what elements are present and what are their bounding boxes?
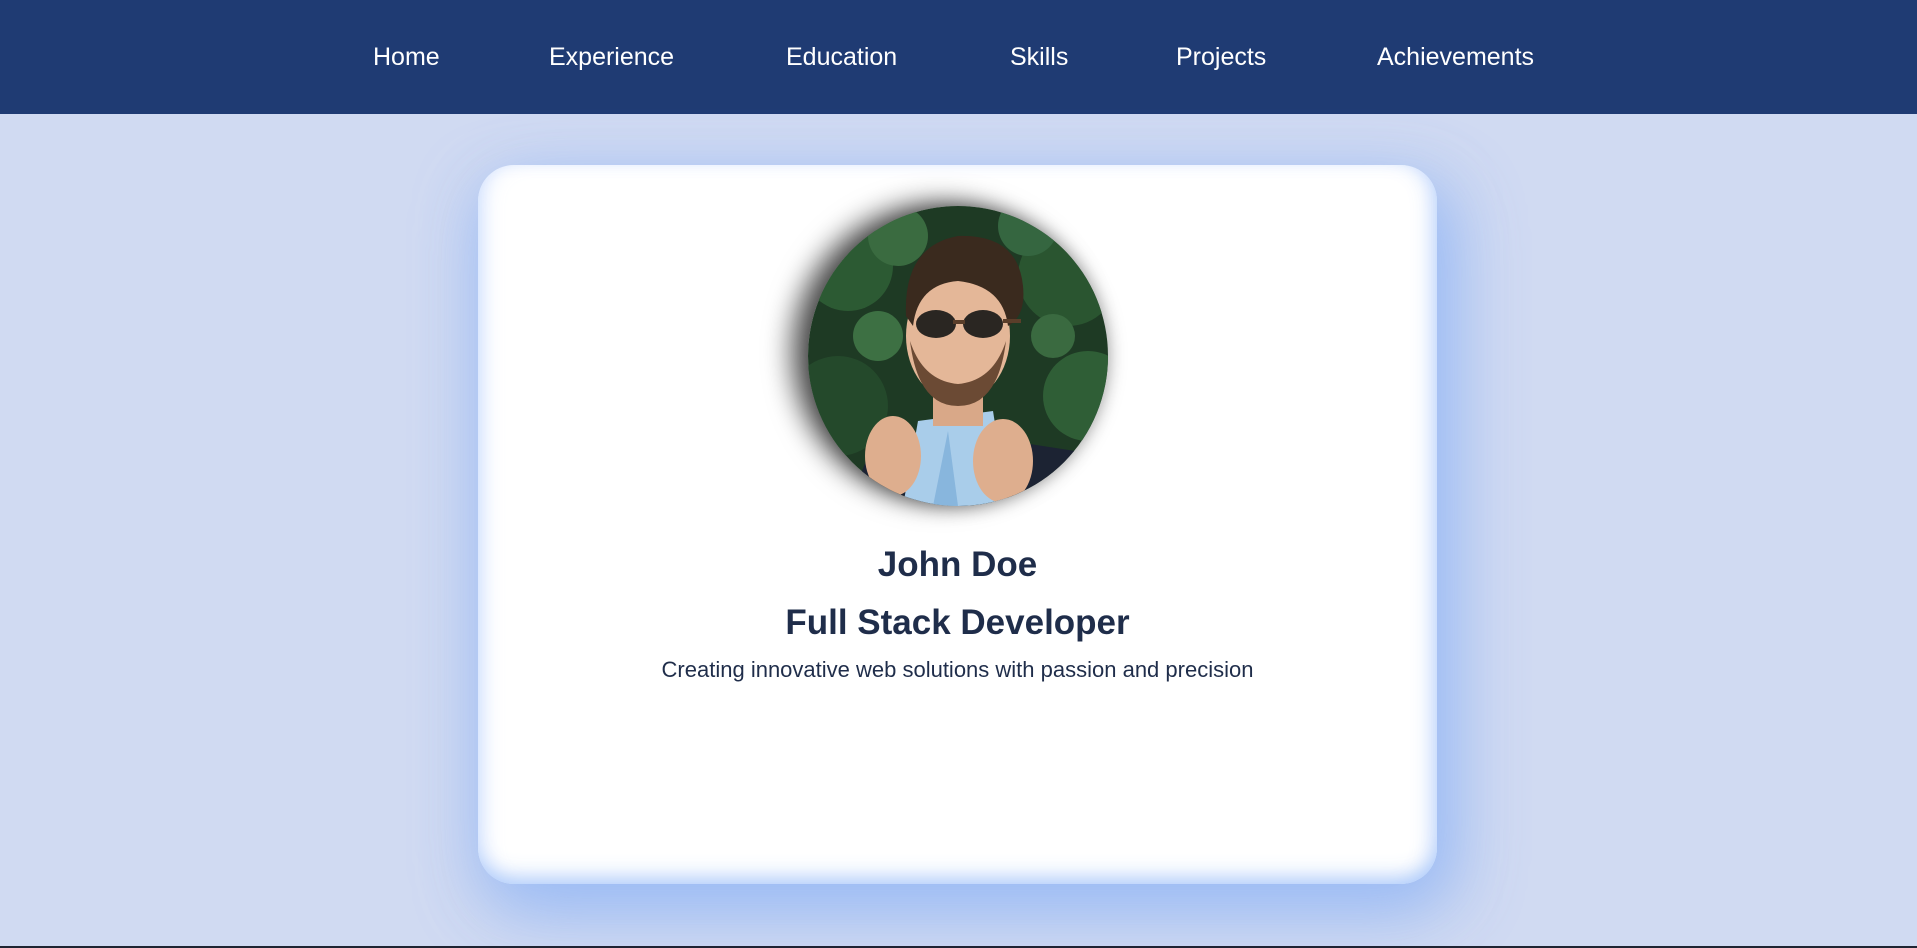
nav-experience-link[interactable]: Experience <box>549 0 674 114</box>
profile-tagline: Creating innovative web solutions with p… <box>661 657 1254 682</box>
nav-skills-link[interactable]: Skills <box>1010 0 1068 114</box>
nav-achievements-link[interactable]: Achievements <box>1377 0 1534 114</box>
profile-name: John Doe <box>877 545 1038 584</box>
nav-projects-link[interactable]: Projects <box>1176 0 1266 114</box>
avatar <box>808 206 1108 506</box>
profile-title: Full Stack Developer <box>785 603 1130 642</box>
nav-home-link[interactable]: Home <box>373 0 440 114</box>
top-navbar: Home Experience Education Skills Project… <box>0 0 1917 114</box>
profile-photo-image <box>808 206 1108 506</box>
nav-education-link[interactable]: Education <box>786 0 897 114</box>
